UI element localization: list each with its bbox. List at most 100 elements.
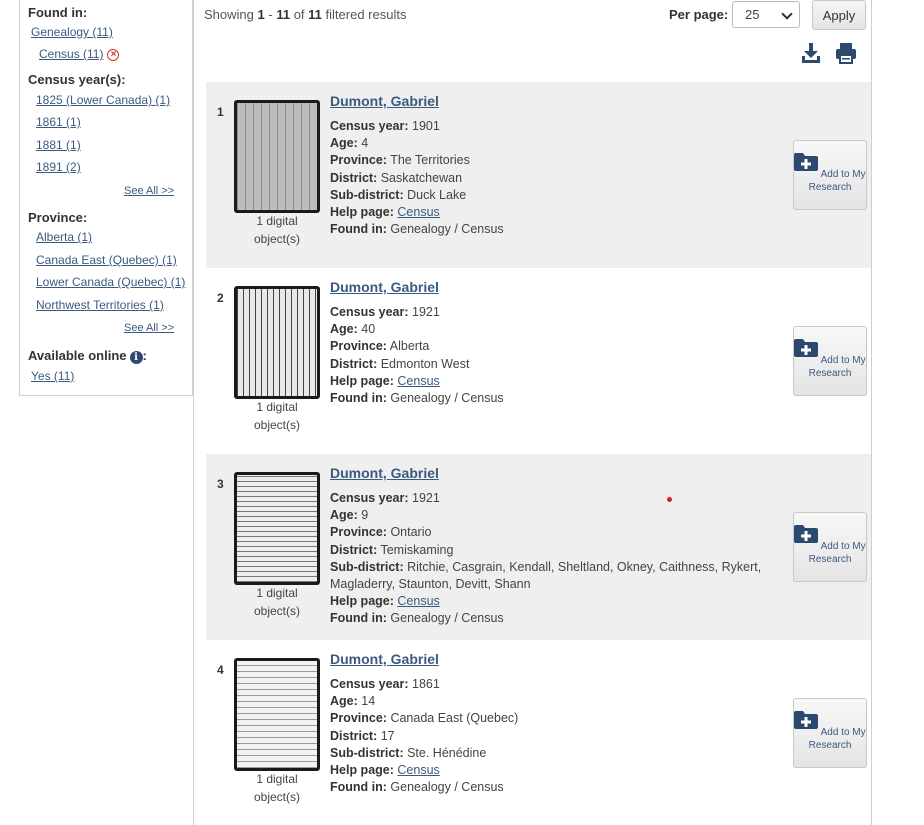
result-name-link[interactable]: Dumont, Gabriel — [330, 93, 439, 109]
found-in-value: Genealogy / Census — [390, 780, 504, 795]
result-number: 1 — [217, 105, 224, 119]
help-page-label: Help page: — [330, 594, 394, 609]
summary-sep: - — [268, 7, 273, 22]
found-in-value: Genealogy / Census — [390, 611, 504, 626]
province-value: Alberta — [389, 339, 430, 354]
digital-line1: 1 digital — [256, 400, 298, 414]
record-thumbnail[interactable] — [234, 658, 320, 771]
facet-census[interactable]: Census (11) — [39, 47, 103, 61]
remove-filter-icon[interactable]: × — [107, 49, 120, 61]
record-thumbnail[interactable] — [234, 472, 320, 585]
facet-province-lower-canada[interactable]: Lower Canada (Quebec) (1) — [36, 275, 185, 289]
province-label: Province: — [330, 711, 387, 726]
province-label: Province: — [330, 525, 387, 540]
result-fields: Census year: 1921 Age: 40 Province: Albe… — [330, 304, 770, 407]
district-label: District: — [330, 356, 378, 371]
help-page-label: Help page: — [330, 763, 394, 778]
per-page-select[interactable]: 25 — [732, 1, 800, 28]
digital-objects-count: 1 digital object(s) — [234, 770, 320, 806]
add-to-research-button[interactable]: Add to My Research — [793, 326, 867, 396]
see-all-provinces-link[interactable]: See All >> — [124, 322, 174, 334]
digital-line2: object(s) — [253, 232, 300, 246]
info-icon[interactable]: i — [129, 351, 143, 364]
sub-district-value: Ste. Hénédine — [407, 745, 487, 760]
folder-plus-icon — [794, 153, 819, 171]
province-value: Canada East (Quebec) — [390, 711, 519, 726]
sub-district-label: Sub-district: — [330, 559, 404, 574]
add-line1: Add to My — [820, 355, 866, 366]
found-in-label: Found in: — [330, 391, 387, 406]
province-label: Province: — [330, 339, 387, 354]
district-label: District: — [330, 728, 378, 743]
facet-year-1825[interactable]: 1825 (Lower Canada) (1) — [36, 93, 170, 107]
folder-plus-icon — [794, 339, 819, 357]
facet-title-census-year: Census year(s): — [28, 72, 126, 87]
summary-start: 1 — [257, 7, 265, 22]
found-in-label: Found in: — [330, 780, 387, 795]
facet-title-available-online: Available online i: — [28, 348, 147, 364]
record-thumbnail[interactable] — [234, 286, 320, 399]
facet-census-row: Census (11) × — [39, 46, 120, 61]
per-page-label: Per page: — [669, 7, 729, 22]
census-year-label: Census year: — [330, 677, 409, 691]
facet-year-1891[interactable]: 1891 (2) — [36, 160, 81, 174]
apply-button[interactable]: Apply — [812, 0, 866, 30]
result-name-link[interactable]: Dumont, Gabriel — [330, 279, 439, 295]
record-thumbnail[interactable] — [234, 100, 320, 213]
census-year-value: 1901 — [412, 119, 440, 133]
add-line2: Research — [808, 740, 852, 751]
facet-online-yes[interactable]: Yes (11) — [31, 369, 74, 383]
add-to-research-button[interactable]: Add to My Research — [793, 698, 867, 768]
facet-province-canada-east[interactable]: Canada East (Quebec) (1) — [36, 253, 177, 267]
add-to-research-button[interactable]: Add to My Research — [793, 512, 867, 582]
download-icon[interactable] — [800, 42, 822, 64]
result-name-link[interactable]: Dumont, Gabriel — [330, 651, 439, 667]
facet-year-1881[interactable]: 1881 (1) — [36, 138, 81, 152]
add-line1: Add to My — [820, 541, 866, 552]
facet-title-found-in: Found in: — [28, 5, 88, 20]
result-fields: Census year: 1901 Age: 4 Province: The T… — [330, 118, 770, 238]
facet-year-1861[interactable]: 1861 (1) — [36, 115, 81, 129]
per-page-value: 25 — [745, 7, 760, 22]
found-in-label: Found in: — [330, 611, 387, 626]
digital-line1: 1 digital — [256, 772, 298, 786]
help-page-link[interactable]: Census — [397, 594, 439, 608]
result-row: 3 1 digital object(s) Dumont, Gabriel Cen… — [206, 454, 871, 640]
add-to-research-button[interactable]: Add to My Research — [793, 140, 867, 210]
digital-line1: 1 digital — [256, 214, 298, 228]
see-all-years-link[interactable]: See All >> — [124, 185, 174, 197]
help-page-link[interactable]: Census — [397, 374, 439, 388]
found-in-value: Genealogy / Census — [390, 222, 504, 237]
result-row: 2 1 digital object(s) Dumont, Gabriel Cen… — [206, 268, 871, 454]
result-number: 4 — [217, 663, 224, 677]
result-row: 4 1 digital object(s) Dumont, Gabriel Cen… — [206, 640, 871, 825]
digital-objects-count: 1 digital object(s) — [234, 398, 320, 434]
age-value: 4 — [361, 136, 369, 151]
result-fields: Census year: 1861 Age: 14 Province: Cana… — [330, 676, 770, 796]
facet-province-alberta[interactable]: Alberta (1) — [36, 230, 92, 244]
digital-line2: object(s) — [253, 790, 300, 804]
result-fields: Census year: 1921 Age: 9 Province: Ontar… — [330, 490, 770, 628]
digital-objects-count: 1 digital object(s) — [234, 212, 320, 248]
printer-icon[interactable] — [835, 42, 857, 64]
age-value: 9 — [361, 508, 369, 523]
sub-district-value: Duck Lake — [407, 187, 467, 202]
result-name-link[interactable]: Dumont, Gabriel — [330, 465, 439, 481]
facet-genealogy[interactable]: Genealogy (11) — [31, 25, 113, 39]
add-line1: Add to My — [820, 169, 866, 180]
sub-district-label: Sub-district: — [330, 187, 404, 202]
help-page-link[interactable]: Census — [397, 763, 439, 777]
census-year-value: 1921 — [412, 491, 440, 505]
digital-line2: object(s) — [253, 604, 300, 618]
summary-suffix: filtered results — [325, 7, 407, 22]
age-label: Age: — [330, 694, 358, 709]
census-year-label: Census year: — [330, 119, 409, 133]
summary-total: 11 — [308, 7, 322, 22]
census-year-value: 1861 — [412, 677, 440, 691]
results-summary: Showing 1 - 11 of 11 filtered results — [204, 7, 406, 22]
available-online-label: Available online — [28, 348, 127, 363]
help-page-link[interactable]: Census — [397, 205, 439, 219]
chevron-down-icon — [781, 8, 793, 20]
add-line2: Research — [808, 182, 852, 193]
facet-province-nwt[interactable]: Northwest Territories (1) — [36, 298, 164, 312]
